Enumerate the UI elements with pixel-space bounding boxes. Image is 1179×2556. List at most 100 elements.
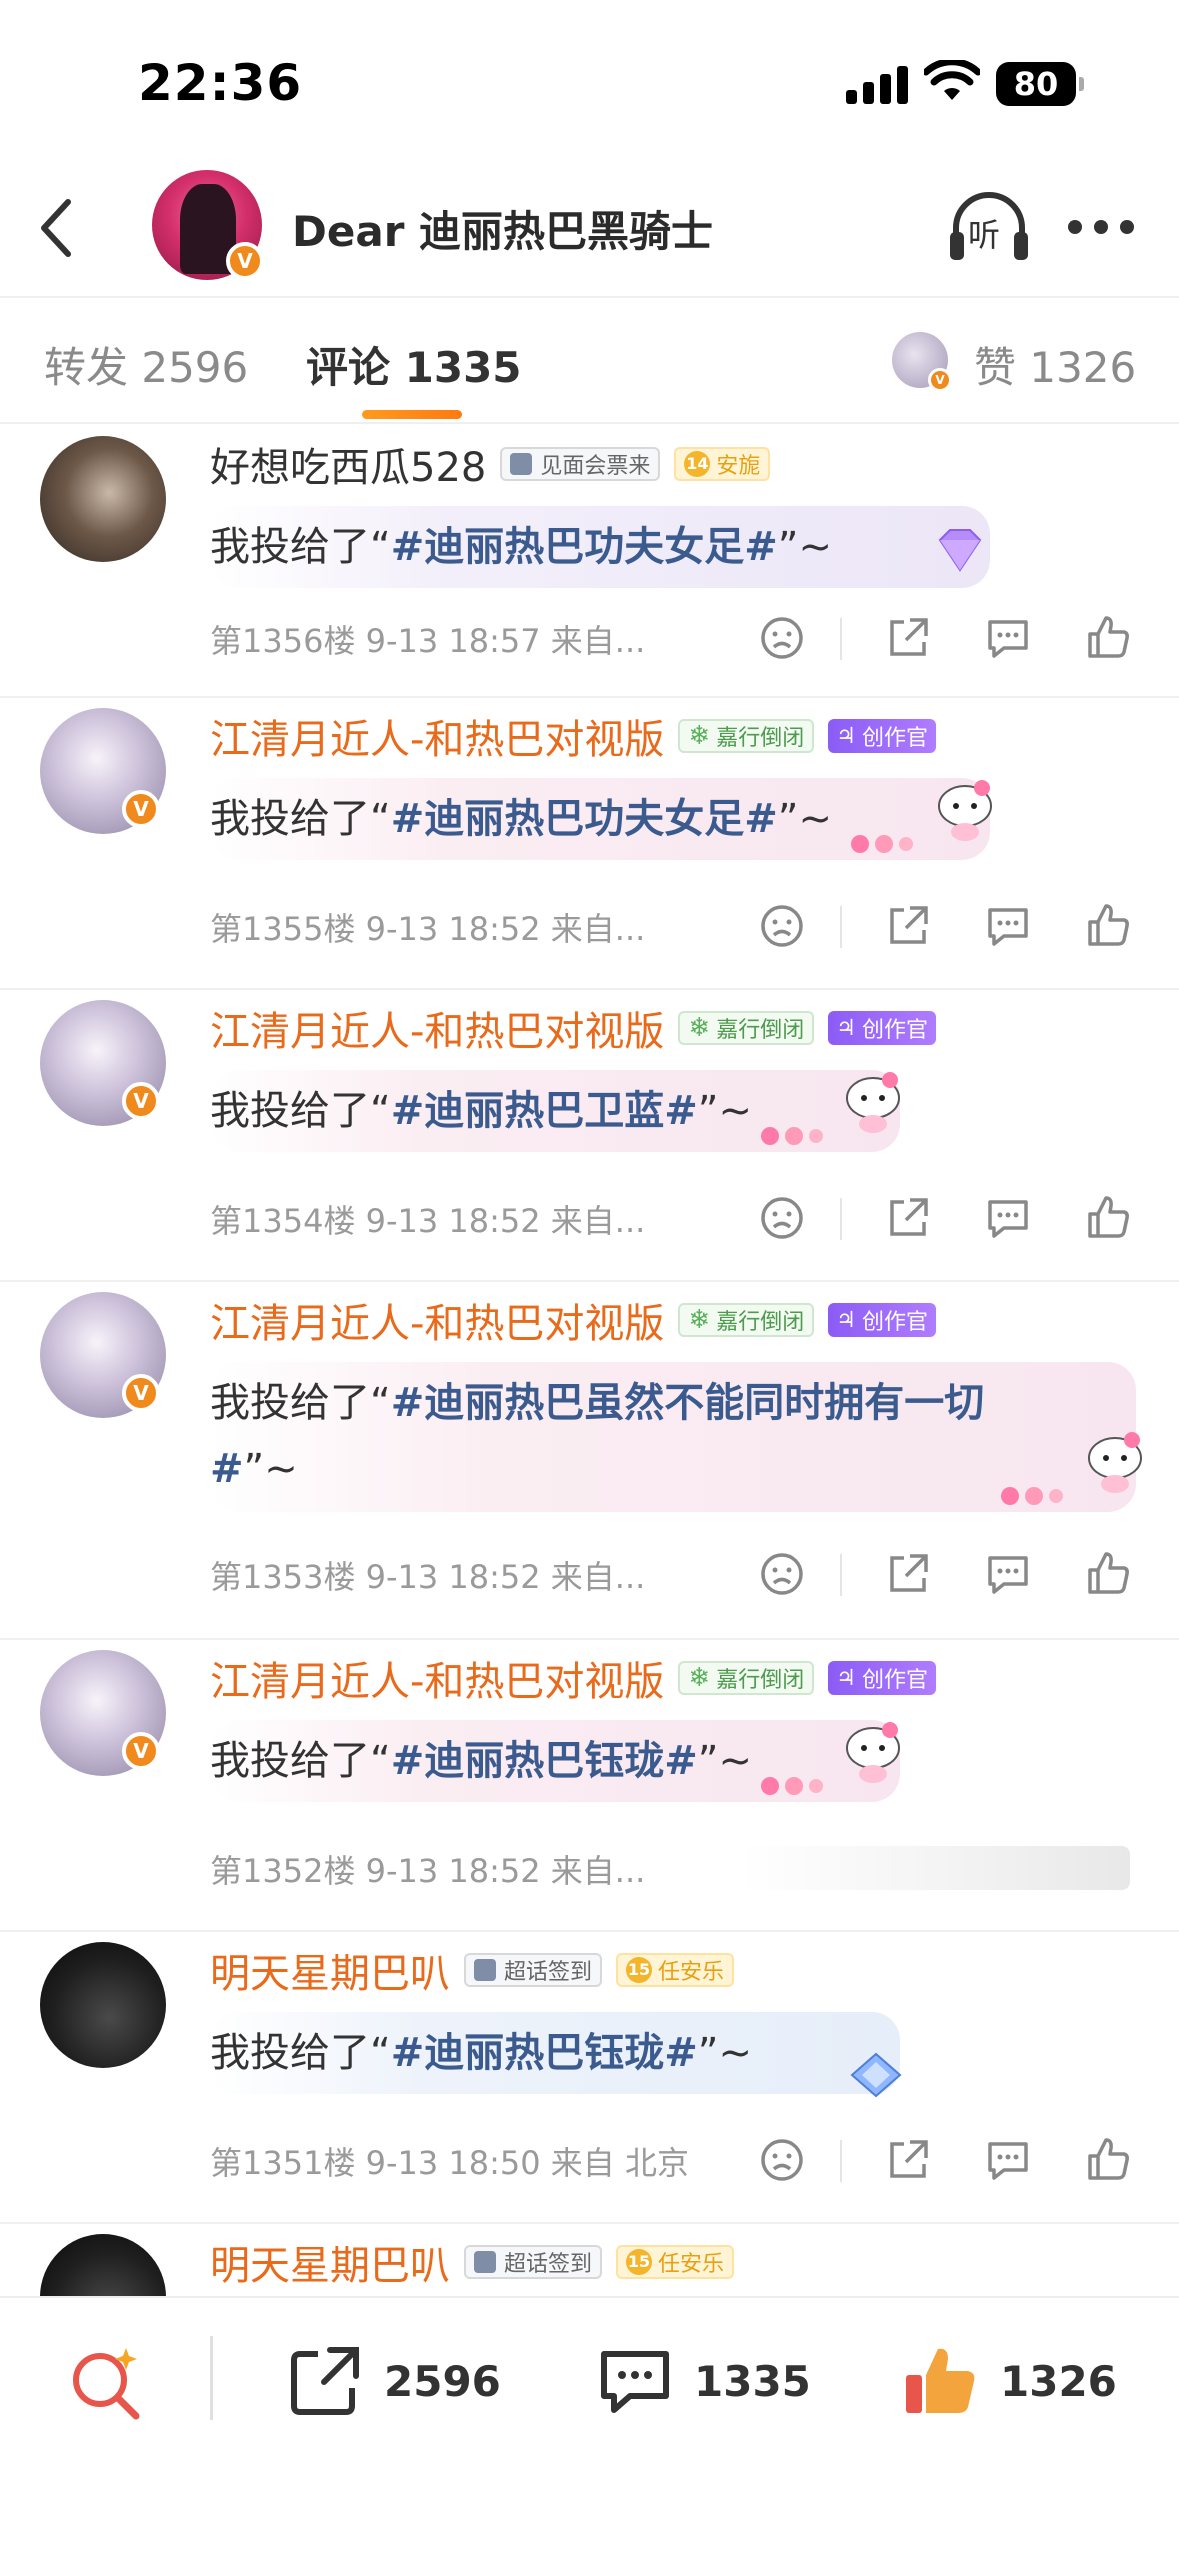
comment-meta: 第1354楼 9-13 18:52 来自...	[210, 1202, 646, 1240]
username[interactable]: 江清月近人-和热巴对视版	[210, 707, 664, 765]
comment-item: V 江清月近人-和热巴对视版 ❄ 嘉行倒闭 ♃ 创作官 我投给了“#迪丽热巴钰珑#”…	[0, 1640, 1179, 1932]
repost-count: 2596	[384, 2356, 501, 2406]
fan-badge[interactable]: ❄ 嘉行倒闭	[678, 1303, 815, 1337]
dislike-face-icon[interactable]	[756, 612, 808, 664]
comment-meta: 第1351楼 9-13 18:50 来自 北京	[210, 2144, 689, 2182]
planet-icon: ♃	[836, 723, 856, 749]
share-icon[interactable]	[882, 612, 934, 664]
search-sparkle-icon[interactable]	[66, 2342, 146, 2422]
divider	[840, 2140, 842, 2182]
reply-icon[interactable]	[982, 1192, 1034, 1244]
hashtag-link[interactable]: #迪丽热巴钰珑#	[391, 2030, 698, 2076]
hashtag-link[interactable]: #迪丽热巴功夫女足#	[391, 796, 778, 842]
like-thumb-filled-icon	[906, 2348, 975, 2413]
level-number: 15	[626, 1957, 653, 1983]
planet-icon: ♃	[836, 1015, 856, 1041]
username[interactable]: 好想吃西瓜528	[210, 435, 486, 493]
divider	[840, 1554, 842, 1596]
comment-item: 好想吃西瓜528 见面会票来 14 安旎 我投给了“#迪丽热巴功夫女足#”~ 第1…	[0, 426, 1179, 698]
like-count: 1326	[1000, 2356, 1117, 2406]
like-thumb-icon[interactable]	[1082, 900, 1134, 952]
status-bar: 22:36 80	[0, 0, 1179, 160]
username[interactable]: 明天星期巴叭	[210, 1941, 450, 1999]
comment-actions	[756, 1192, 1146, 1248]
level-badge[interactable]: 14 安旎	[674, 447, 771, 481]
share-icon[interactable]	[882, 1548, 934, 1600]
like-thumb-icon[interactable]	[1082, 2134, 1134, 2186]
share-icon[interactable]	[882, 2134, 934, 2186]
level-badge[interactable]: 15 任安乐	[616, 1953, 735, 1987]
more-options-icon[interactable]	[1068, 220, 1134, 236]
strawberry-sticker-icon	[761, 1127, 823, 1145]
share-icon[interactable]	[882, 900, 934, 952]
fan-badge[interactable]: ❄ 嘉行倒闭	[678, 1661, 815, 1695]
reply-icon[interactable]	[982, 1548, 1034, 1600]
verified-badge-icon: V	[122, 1374, 160, 1412]
hashtag-link[interactable]: #迪丽热巴钰珑#	[391, 1738, 698, 1784]
listen-button[interactable]: 听	[948, 188, 1030, 264]
level-number: 15	[626, 2249, 653, 2275]
creator-badge[interactable]: ♃ 创作官	[828, 1661, 936, 1695]
verified-badge-icon: V	[226, 242, 264, 280]
divider	[840, 1198, 842, 1240]
level-badge[interactable]: 15 任安乐	[616, 2245, 735, 2279]
page-title[interactable]: Dear 迪丽热巴黑骑士	[292, 198, 713, 259]
strawberry-sticker-icon	[761, 1777, 823, 1795]
liker-avatar: V	[892, 332, 952, 392]
reply-icon[interactable]	[982, 612, 1034, 664]
level-number: 14	[684, 451, 711, 477]
comment-actions	[756, 1548, 1146, 1604]
tab-bar: 转发 2596 评论 1335 V 赞 1326	[0, 296, 1179, 424]
comment-meta: 第1353楼 9-13 18:52 来自...	[210, 1558, 646, 1596]
username[interactable]: 江清月近人-和热巴对视版	[210, 999, 664, 1057]
calendar-check-icon	[474, 1959, 496, 1981]
username[interactable]: 江清月近人-和热巴对视版	[210, 1649, 664, 1707]
tab-likes[interactable]: 赞 1326	[974, 334, 1136, 395]
fan-badge[interactable]: 见面会票来	[500, 447, 661, 481]
dislike-face-icon[interactable]	[756, 1192, 808, 1244]
share-icon[interactable]	[882, 1192, 934, 1244]
hello-kitty-sticker-icon	[846, 1722, 900, 1783]
strawberry-sticker-icon	[1001, 1487, 1063, 1505]
dislike-face-icon[interactable]	[756, 2134, 808, 2186]
tab-reposts[interactable]: 转发 2596	[44, 334, 248, 395]
listen-label: 听	[968, 216, 1001, 254]
wifi-icon	[924, 60, 980, 100]
back-arrow-icon[interactable]	[36, 198, 76, 258]
user-avatar[interactable]	[40, 436, 166, 562]
hashtag-link[interactable]: #迪丽热巴虽然不能同时拥有一切	[391, 1380, 985, 1426]
fan-badge[interactable]: ❄ 嘉行倒闭	[678, 1011, 815, 1045]
verified-badge-icon: V	[122, 1732, 160, 1770]
comment-item: V 江清月近人-和热巴对视版 ❄ 嘉行倒闭 ♃ 创作官 我投给了“#迪丽热巴卫蓝#”…	[0, 990, 1179, 1282]
like-thumb-icon[interactable]	[1082, 1548, 1134, 1600]
verified-badge-icon: V	[928, 368, 952, 392]
dislike-face-icon[interactable]	[756, 1548, 808, 1600]
user-avatar[interactable]	[40, 1942, 166, 2068]
like-button[interactable]: 1326	[900, 2336, 1117, 2426]
creator-badge[interactable]: ♃ 创作官	[828, 1303, 936, 1337]
creator-badge[interactable]: ♃ 创作官	[828, 719, 936, 753]
tab-comments[interactable]: 评论 1335	[306, 334, 522, 395]
comment-button[interactable]: 1335	[596, 2336, 811, 2426]
reply-icon[interactable]	[982, 900, 1034, 952]
comment-meta: 第1356楼 9-13 18:57 来自...	[210, 622, 646, 660]
reply-icon[interactable]	[982, 2134, 1034, 2186]
comment-item: V 江清月近人-和热巴对视版 ❄ 嘉行倒闭 ♃ 创作官 我投给了“#迪丽热巴虽然不能…	[0, 1282, 1179, 1640]
fan-badge[interactable]: ❄ 嘉行倒闭	[678, 719, 815, 753]
fan-badge[interactable]: 超话签到	[464, 1953, 603, 1987]
cellular-signal-icon	[846, 64, 908, 104]
username[interactable]: 明天星期巴叭	[210, 2233, 450, 2291]
like-thumb-icon[interactable]	[1082, 612, 1134, 664]
bottom-action-bar: 2596 1335 1326	[0, 2296, 1179, 2556]
hashtag-link[interactable]: #迪丽热巴功夫女足#	[391, 524, 778, 570]
username[interactable]: 江清月近人-和热巴对视版	[210, 1291, 664, 1349]
like-thumb-icon[interactable]	[1082, 1192, 1134, 1244]
creator-badge[interactable]: ♃ 创作官	[828, 1011, 936, 1045]
repost-button[interactable]: 2596	[286, 2336, 501, 2426]
hashtag-link[interactable]: #迪丽热巴卫蓝#	[391, 1088, 698, 1134]
blue-gem-sticker-icon	[850, 2052, 902, 2098]
fan-badge[interactable]: 超话签到	[464, 2245, 603, 2279]
user-avatar[interactable]	[40, 2234, 166, 2296]
dislike-face-icon[interactable]	[756, 900, 808, 952]
hashtag-link-end[interactable]: #	[210, 1446, 244, 1492]
